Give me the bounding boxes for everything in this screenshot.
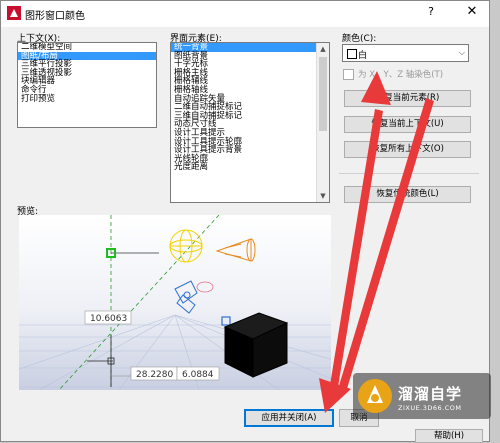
graphics-window-colors-dialog: 图形窗口颜色 ? ✕ 上下文(X): 二维模型空间 图纸/布局 三维平行投影 三…: [0, 0, 491, 443]
watermark-brand: 溜溜自学: [398, 385, 463, 403]
watermark-site: ZIXUE.3D66.COM: [398, 404, 462, 412]
red-arrow-head-up: [361, 71, 391, 105]
red-arrow-shaft-down: [338, 98, 434, 392]
